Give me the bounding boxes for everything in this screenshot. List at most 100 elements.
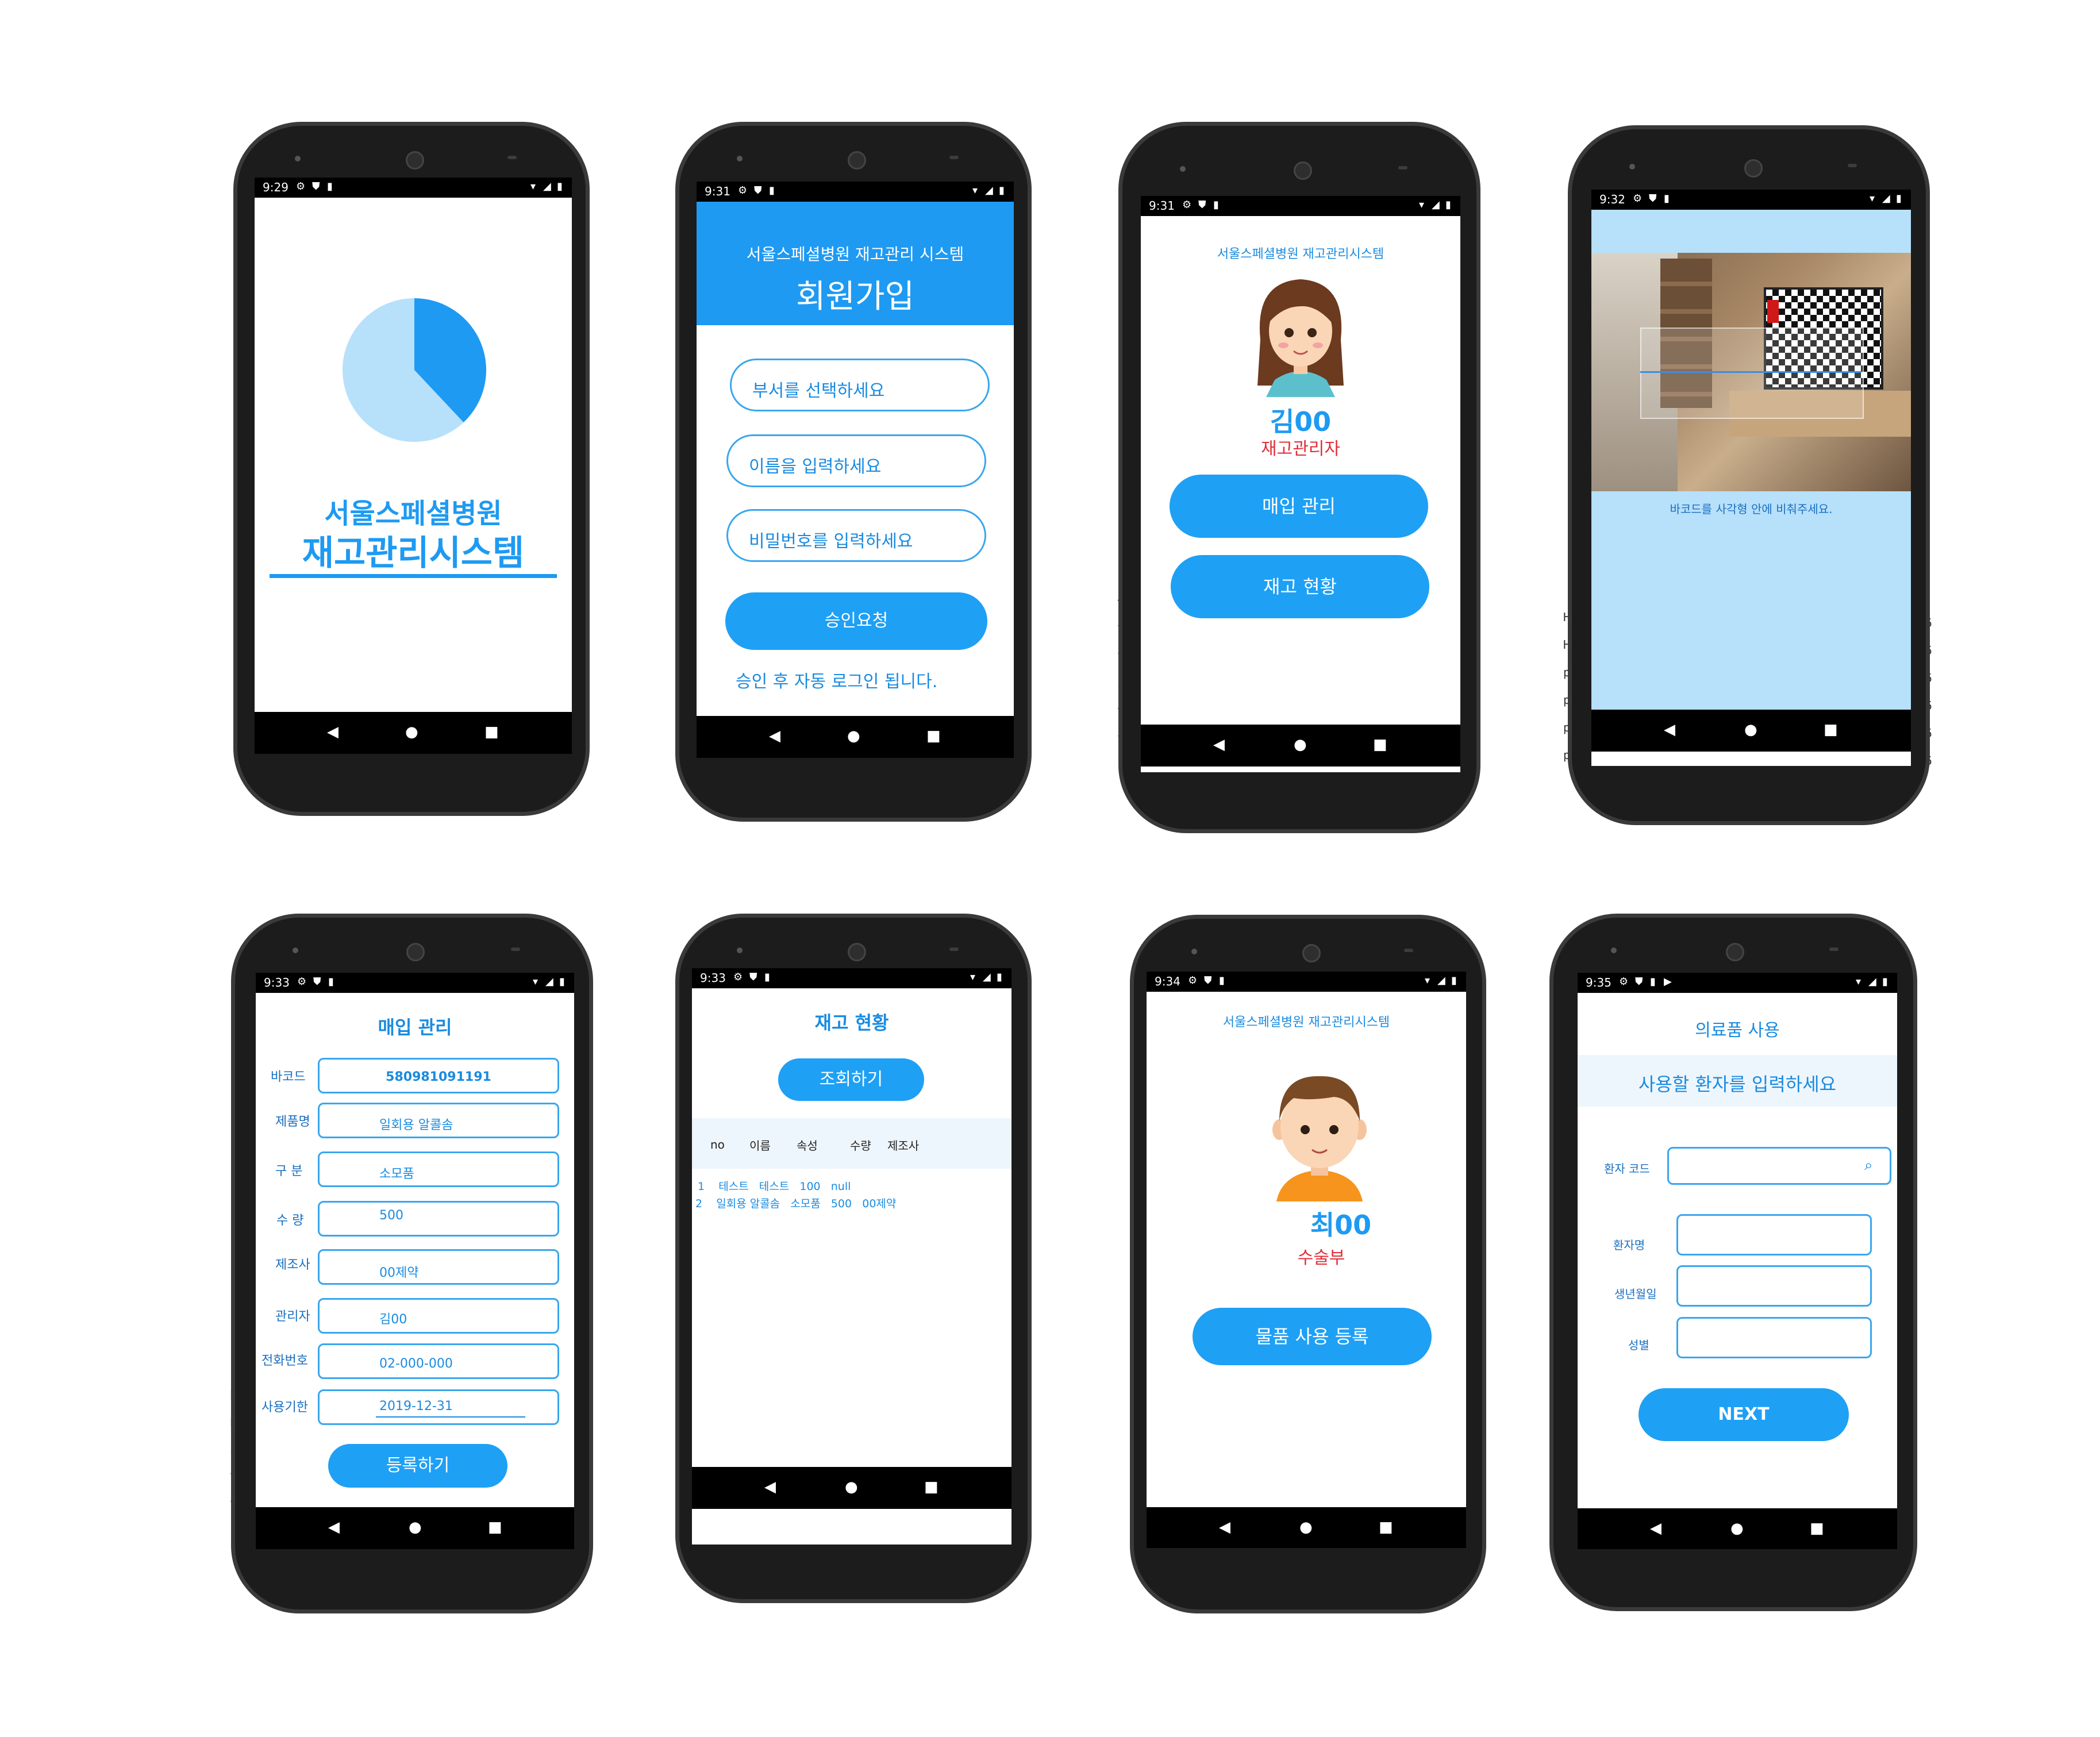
battery-icon: ▮ bbox=[1445, 199, 1451, 211]
status-time: 9:35 bbox=[1586, 976, 1611, 989]
table-row[interactable]: 1 테스트 테스트 100 null bbox=[698, 1178, 851, 1193]
quantity-field[interactable]: 500 bbox=[318, 1201, 559, 1237]
approval-request-button[interactable]: 승인요청 bbox=[725, 592, 987, 650]
manufacturer-field[interactable]: 00제약 bbox=[318, 1249, 559, 1285]
speaker-grill bbox=[1404, 949, 1413, 952]
front-camera bbox=[1294, 161, 1312, 180]
male-avatar bbox=[1272, 1076, 1367, 1201]
front-camera bbox=[1302, 944, 1321, 962]
purchase-management-button[interactable]: 매입 관리 bbox=[1170, 475, 1428, 538]
table-row[interactable]: 2 일회용 알콜솜 소모품 500 00제약 bbox=[695, 1195, 896, 1211]
screen: 9:31 ⚙ ⛊ ▮ ▾ ◢ ▮ 서울스페셜병원 재고관리시스템 김00 재고관… bbox=[1141, 196, 1460, 772]
home-icon[interactable]: ● bbox=[1730, 1520, 1744, 1537]
back-icon[interactable]: ◀ bbox=[1219, 1519, 1230, 1536]
system-title: 서울스페셜병원 재고관리시스템 bbox=[1222, 1015, 1390, 1030]
back-icon[interactable]: ◀ bbox=[764, 1478, 776, 1496]
scan-instruction: 바코드를 사각형 안에 비춰주세요. bbox=[1670, 502, 1833, 516]
system-title: 서울스페셜병원 재고관리시스템 bbox=[1217, 247, 1384, 261]
field-label: 수 량 bbox=[276, 1214, 304, 1228]
birth-date-field[interactable] bbox=[1676, 1265, 1872, 1307]
screen: 9:33 ⚙ ⛊ ▮ ▾ ◢ ▮ 재고 현황 조회하기 no 이름 속성 수량 … bbox=[692, 968, 1011, 1545]
recents-icon[interactable]: ■ bbox=[488, 1519, 502, 1536]
sd-card-icon: ▮ bbox=[1213, 199, 1219, 211]
patient-code-search[interactable]: ⌕ bbox=[1667, 1147, 1891, 1185]
back-icon[interactable]: ◀ bbox=[1213, 736, 1225, 753]
speaker-grill bbox=[1848, 164, 1857, 167]
password-input[interactable]: 비밀번호를 입력하세요 bbox=[726, 509, 986, 562]
shield-icon: ⛊ bbox=[1204, 975, 1212, 987]
back-icon[interactable]: ◀ bbox=[769, 727, 780, 745]
field-label: 제조사 bbox=[275, 1258, 310, 1272]
status-bar: 9:33 ⚙ ⛊ ▮ ▾ ◢ ▮ bbox=[256, 973, 574, 993]
shield-icon: ⛊ bbox=[313, 976, 321, 988]
settings-icon: ⚙ bbox=[1188, 975, 1198, 987]
back-icon[interactable]: ◀ bbox=[1650, 1520, 1661, 1537]
col-header: 제조사 bbox=[887, 1139, 920, 1153]
page-title: 회원가입 bbox=[795, 278, 915, 315]
speaker-grill bbox=[507, 156, 517, 159]
phone-signup: 9:31 ⚙ ⛊ ▮ ▾ ◢ ▮ 서울스페셜병원 재고관리 시스템 회원가입 부… bbox=[675, 122, 1032, 822]
gender-field[interactable] bbox=[1676, 1317, 1872, 1358]
next-button[interactable]: NEXT bbox=[1639, 1388, 1849, 1441]
user-role: 재고관리자 bbox=[1261, 439, 1340, 459]
category-field[interactable]: 소모품 bbox=[318, 1151, 559, 1187]
register-button[interactable]: 등록하기 bbox=[328, 1444, 507, 1488]
patient-code-label: 환자 코드 bbox=[1604, 1162, 1650, 1176]
signal-icon: ◢ bbox=[1868, 976, 1876, 988]
home-icon[interactable]: ● bbox=[1299, 1519, 1313, 1536]
phone-field[interactable]: 02-000-000 bbox=[318, 1343, 559, 1379]
recents-icon[interactable]: ■ bbox=[1810, 1520, 1824, 1537]
category-value: 소모품 bbox=[379, 1167, 414, 1181]
register-usage-button[interactable]: 물품 사용 등록 bbox=[1193, 1308, 1432, 1365]
recents-icon[interactable]: ■ bbox=[1824, 721, 1838, 738]
camera-preview[interactable] bbox=[1591, 253, 1911, 491]
screen: 9:35 ⚙ ⛊ ▮ ▶ ▾ ◢ ▮ 의료품 사용 사용할 환자를 입력하세요 … bbox=[1578, 973, 1897, 1549]
status-bar: 9:35 ⚙ ⛊ ▮ ▶ ▾ ◢ ▮ bbox=[1578, 973, 1897, 993]
nav-bar: ◀ ● ■ bbox=[1578, 1508, 1897, 1549]
status-time: 9:34 bbox=[1155, 975, 1180, 988]
speaker-grill bbox=[1398, 166, 1407, 170]
recents-icon[interactable]: ■ bbox=[926, 727, 941, 745]
home-icon[interactable]: ● bbox=[409, 1519, 422, 1536]
name-input[interactable]: 이름을 입력하세요 bbox=[726, 434, 986, 487]
recents-icon[interactable]: ■ bbox=[484, 723, 499, 741]
sensor-dot bbox=[1629, 164, 1635, 170]
page-title: 재고 현황 bbox=[814, 1012, 889, 1034]
search-icon[interactable]: ⌕ bbox=[1864, 1157, 1873, 1174]
sd-card-icon: ▮ bbox=[1650, 976, 1656, 988]
back-icon[interactable]: ◀ bbox=[1664, 721, 1675, 738]
barcode-field[interactable]: 580981091191 bbox=[318, 1058, 559, 1093]
back-icon[interactable]: ◀ bbox=[328, 1519, 340, 1536]
query-button[interactable]: 조회하기 bbox=[778, 1058, 924, 1101]
table-header: no 이름 속성 수량 제조사 bbox=[692, 1118, 1011, 1169]
recents-icon[interactable]: ■ bbox=[924, 1478, 939, 1496]
patient-name-field[interactable] bbox=[1676, 1214, 1872, 1255]
product-name-field[interactable]: 일회용 알콜솜 bbox=[318, 1103, 559, 1138]
settings-icon: ⚙ bbox=[1619, 976, 1629, 988]
home-icon[interactable]: ● bbox=[405, 723, 418, 741]
battery-icon: ▮ bbox=[557, 180, 563, 192]
expiry-date-field[interactable]: 2019-12-31 bbox=[318, 1389, 559, 1425]
battery-icon: ▮ bbox=[999, 184, 1005, 197]
back-icon[interactable]: ◀ bbox=[327, 723, 339, 741]
home-icon[interactable]: ● bbox=[1294, 736, 1307, 753]
nav-bar: ◀ ● ■ bbox=[1591, 710, 1911, 752]
stock-status-button[interactable]: 재고 현황 bbox=[1171, 555, 1429, 618]
front-camera bbox=[848, 151, 866, 170]
department-select[interactable]: 부서를 선택하세요 bbox=[730, 359, 990, 411]
home-body: 서울스페셜병원 재고관리시스템 최00 수술부 물품 사용 등록 bbox=[1147, 992, 1466, 1492]
home-icon[interactable]: ● bbox=[1744, 721, 1757, 738]
phone-supply-use: 9:35 ⚙ ⛊ ▮ ▶ ▾ ◢ ▮ 의료품 사용 사용할 환자를 입력하세요 … bbox=[1549, 914, 1917, 1611]
signal-icon: ◢ bbox=[543, 180, 551, 192]
battery-icon: ▮ bbox=[559, 976, 565, 988]
wifi-icon: ▾ bbox=[533, 976, 539, 988]
wifi-icon: ▾ bbox=[1419, 199, 1425, 211]
home-icon[interactable]: ● bbox=[847, 727, 860, 745]
manager-field[interactable]: 김00 bbox=[318, 1298, 559, 1334]
sensor-dot bbox=[295, 156, 301, 161]
recents-icon[interactable]: ■ bbox=[1379, 1519, 1393, 1536]
home-icon[interactable]: ● bbox=[845, 1478, 858, 1496]
expiry-date-value: 2019-12-31 bbox=[379, 1399, 453, 1414]
field-label: 관리자 bbox=[275, 1310, 310, 1324]
recents-icon[interactable]: ■ bbox=[1373, 736, 1387, 753]
